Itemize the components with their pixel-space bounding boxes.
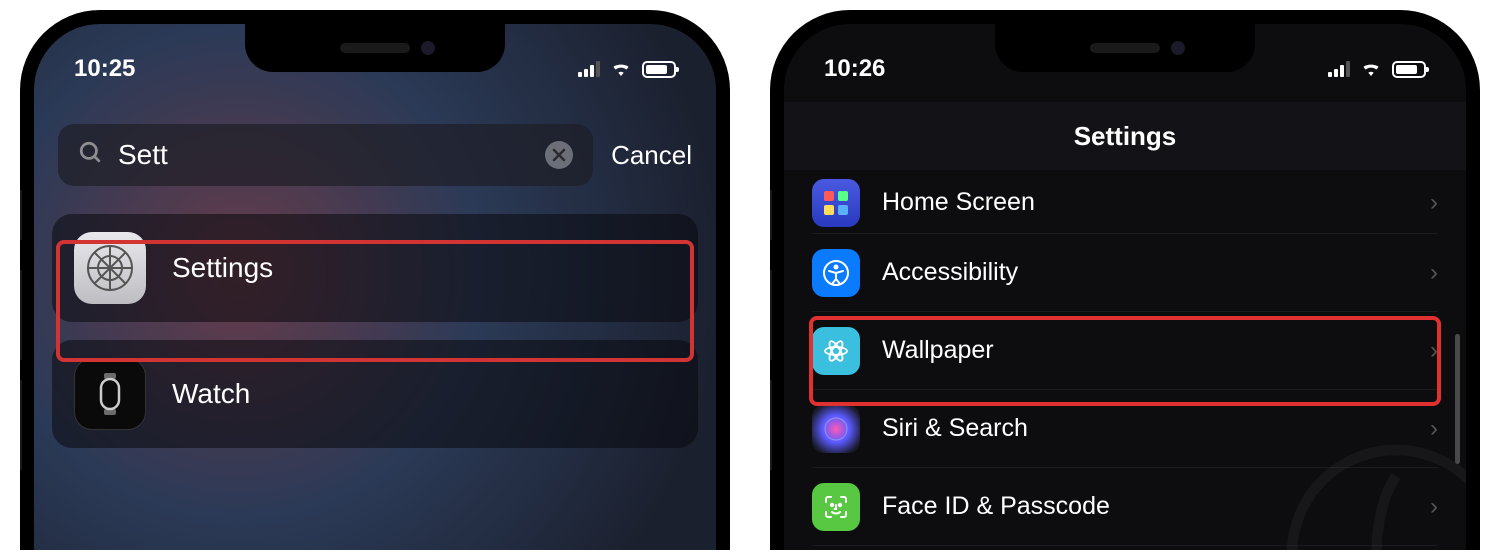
volume-up-button [770,270,772,360]
row-label: Accessibility [882,258,1408,287]
row-label: Home Screen [882,188,1408,217]
result-label: Watch [172,378,250,410]
row-accessibility[interactable]: Accessibility › [812,234,1438,312]
notch [245,24,505,72]
home-screen-icon [812,179,860,227]
search-result-settings[interactable]: Settings [52,214,698,322]
result-label: Settings [172,252,273,284]
cancel-button[interactable]: Cancel [611,140,692,171]
chevron-right-icon: › [1430,259,1438,287]
search-query-text: Sett [118,139,531,171]
screen-settings: 10:26 Settings Home Screen › [784,24,1466,550]
mute-switch [770,190,772,240]
cellular-icon [578,61,600,77]
volume-up-button [20,270,22,360]
cellular-icon [1328,61,1350,77]
volume-down-button [770,380,772,470]
page-title: Settings [1074,121,1177,152]
watch-app-icon [74,358,146,430]
status-time: 10:26 [824,55,885,83]
mute-switch [20,190,22,240]
spotlight-content: Sett Cancel [34,124,716,466]
battery-icon [642,61,676,78]
faceid-icon [812,483,860,531]
wifi-icon [1360,55,1382,83]
settings-app-icon [74,232,146,304]
row-wallpaper[interactable]: Wallpaper › [812,312,1438,390]
wallpaper-icon [812,327,860,375]
nav-title: Settings [784,102,1466,170]
search-result-watch[interactable]: Watch [52,340,698,448]
status-indicators [578,55,676,83]
screen-spotlight: 10:25 Sett Canc [34,24,716,550]
phone-right: 10:26 Settings Home Screen › [770,10,1480,550]
chevron-right-icon: › [1430,189,1438,217]
battery-icon [1392,61,1426,78]
wifi-icon [610,55,632,83]
siri-icon [812,405,860,453]
row-home-screen[interactable]: Home Screen › [812,172,1438,234]
status-time: 10:25 [74,55,135,83]
search-icon [78,140,104,171]
accessibility-icon [812,249,860,297]
chevron-right-icon: › [1430,337,1438,365]
row-label: Wallpaper [882,336,1408,365]
status-indicators [1328,55,1426,83]
notch [995,24,1255,72]
volume-down-button [20,380,22,470]
watermark-icon [1266,424,1466,550]
clear-search-button[interactable] [545,141,573,169]
search-input[interactable]: Sett [58,124,593,186]
phone-left: 10:25 Sett Canc [20,10,730,550]
